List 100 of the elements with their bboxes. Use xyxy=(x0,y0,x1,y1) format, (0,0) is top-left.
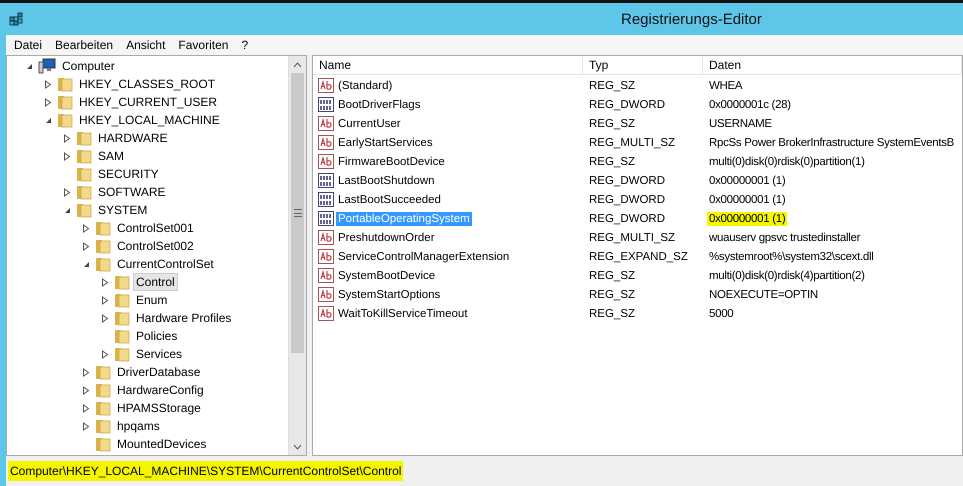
value-name[interactable]: (Standard) xyxy=(336,78,394,92)
tree-item[interactable]: Control xyxy=(133,273,178,291)
value-name[interactable]: BootDriverFlags xyxy=(336,98,422,112)
value-type: REG_SZ xyxy=(588,308,636,320)
menu-item[interactable]: Favoriten xyxy=(178,38,228,52)
tree-item[interactable]: Enum xyxy=(133,291,170,309)
expand-arrow-icon[interactable] xyxy=(101,350,109,358)
string-value-icon xyxy=(318,230,334,245)
expand-arrow-icon[interactable] xyxy=(82,368,90,376)
menu-item[interactable]: Ansicht xyxy=(126,38,166,52)
folder-icon xyxy=(95,436,111,452)
binary-value-icon xyxy=(318,192,334,207)
folder-icon xyxy=(95,418,111,434)
expand-arrow-icon[interactable] xyxy=(63,152,71,160)
scrollbar[interactable] xyxy=(288,56,306,455)
tree-item[interactable]: SAM xyxy=(95,147,128,165)
tree-item[interactable]: HKEY_CLASSES_ROOT xyxy=(76,75,218,93)
value-name[interactable]: WaitToKillServiceTimeout xyxy=(336,306,470,320)
value-data: NOEXECUTE=OPTIN xyxy=(708,288,819,302)
folder-icon xyxy=(76,166,92,182)
binary-value-icon xyxy=(318,173,334,188)
tree-item[interactable]: ControlSet001 xyxy=(114,219,197,237)
folder-icon xyxy=(57,112,73,128)
column-header[interactable]: Name xyxy=(313,56,583,74)
tree-item[interactable]: SYSTEM xyxy=(95,201,150,219)
tree-item[interactable]: CurrentControlSet xyxy=(114,255,217,273)
scroll-thumb[interactable] xyxy=(291,73,304,353)
expand-arrow-icon[interactable] xyxy=(82,386,90,394)
expand-arrow-icon[interactable] xyxy=(82,422,90,430)
expand-arrow-icon[interactable] xyxy=(63,134,71,142)
column-header[interactable]: Typ xyxy=(583,56,703,74)
folder-icon xyxy=(114,346,130,362)
binary-value-icon xyxy=(318,97,334,112)
tree-item[interactable]: DriverDatabase xyxy=(114,363,204,381)
value-name[interactable]: SystemStartOptions xyxy=(336,288,442,302)
tree-item[interactable]: HKEY_CURRENT_USER xyxy=(76,93,220,111)
value-name[interactable]: LastBootShutdown xyxy=(336,174,437,188)
expand-arrow-icon[interactable] xyxy=(82,224,90,232)
expand-arrow-icon[interactable] xyxy=(82,404,90,412)
key-path: Computer\HKEY_LOCAL_MACHINE\SYSTEM\CurrentControlSet\Control xyxy=(8,461,404,481)
string-value-icon xyxy=(318,154,334,169)
value-type: REG_SZ xyxy=(588,270,636,282)
value-name[interactable]: ServiceControlManagerExtension xyxy=(336,250,512,264)
value-type: REG_DWORD xyxy=(588,194,666,206)
tree-item[interactable]: ControlSet002 xyxy=(114,237,197,255)
value-name[interactable]: SystemBootDevice xyxy=(336,268,438,282)
collapse-arrow-icon[interactable] xyxy=(25,62,33,70)
value-type: REG_DWORD xyxy=(588,98,666,110)
value-data: USERNAME xyxy=(708,116,773,130)
tree-item[interactable]: HKEY_LOCAL_MACHINE xyxy=(76,111,223,129)
tree-item[interactable]: MountedDevices xyxy=(114,435,210,453)
column-header[interactable]: Daten xyxy=(703,56,962,74)
tree-item[interactable]: HardwareConfig xyxy=(114,381,207,399)
value-type: REG_SZ xyxy=(588,118,636,130)
tree-item[interactable]: HARDWARE xyxy=(95,129,171,147)
expand-arrow-icon[interactable] xyxy=(82,242,90,250)
menu-item[interactable]: Datei xyxy=(14,38,42,52)
expand-arrow-icon[interactable] xyxy=(101,278,109,286)
string-value-icon xyxy=(318,135,334,150)
value-name[interactable]: EarlyStartServices xyxy=(336,136,435,150)
expand-arrow-icon[interactable] xyxy=(63,188,71,196)
folder-icon xyxy=(114,274,130,290)
value-type: REG_SZ xyxy=(588,80,636,92)
folder-icon xyxy=(95,256,111,272)
expand-arrow-icon[interactable] xyxy=(101,314,109,322)
value-data: 5000 xyxy=(708,306,734,320)
tree-item[interactable]: HPAMSStorage xyxy=(114,399,204,417)
value-type: REG_MULTI_SZ xyxy=(588,232,676,244)
tree-item[interactable]: Computer xyxy=(59,57,118,75)
menu-item[interactable]: Bearbeiten xyxy=(55,38,114,52)
value-name[interactable]: FirmwareBootDevice xyxy=(336,154,447,168)
expand-arrow-icon[interactable] xyxy=(101,296,109,304)
string-value-icon xyxy=(318,249,334,264)
string-value-icon xyxy=(318,78,334,93)
value-name[interactable]: LastBootSucceeded xyxy=(336,192,443,206)
expand-arrow-icon[interactable] xyxy=(44,98,52,106)
value-name[interactable]: CurrentUser xyxy=(336,116,403,130)
value-name[interactable]: PreshutdownOrder xyxy=(336,230,437,244)
value-type: REG_DWORD xyxy=(588,174,666,186)
tree-item[interactable]: SOFTWARE xyxy=(95,183,169,201)
collapse-arrow-icon[interactable] xyxy=(63,206,71,214)
expand-arrow-icon[interactable] xyxy=(44,80,52,88)
tree-item[interactable]: Services xyxy=(133,345,186,363)
value-type: REG_SZ xyxy=(588,156,636,168)
value-data: RpcSs Power BrokerInfrastructure SystemEventsB xyxy=(708,136,956,150)
menu-item[interactable]: ? xyxy=(241,38,248,52)
string-value-icon xyxy=(318,268,334,283)
collapse-arrow-icon[interactable] xyxy=(44,116,52,124)
tree-item[interactable]: SECURITY xyxy=(95,165,162,183)
collapse-arrow-icon[interactable] xyxy=(82,260,90,268)
tree-item[interactable]: hpqams xyxy=(114,417,163,435)
tree-item[interactable]: Hardware Profiles xyxy=(133,309,234,327)
binary-value-icon xyxy=(318,211,334,226)
folder-icon xyxy=(95,220,111,236)
value-data: wuauserv gpsvc trustedinstaller xyxy=(708,230,862,244)
tree-item[interactable]: Policies xyxy=(133,327,180,345)
value-data: WHEA xyxy=(708,78,744,92)
value-data: %systemroot%\system32\scext.dll xyxy=(708,250,875,264)
value-data: 0x00000001 (1) xyxy=(708,192,786,206)
folder-icon xyxy=(76,130,92,146)
